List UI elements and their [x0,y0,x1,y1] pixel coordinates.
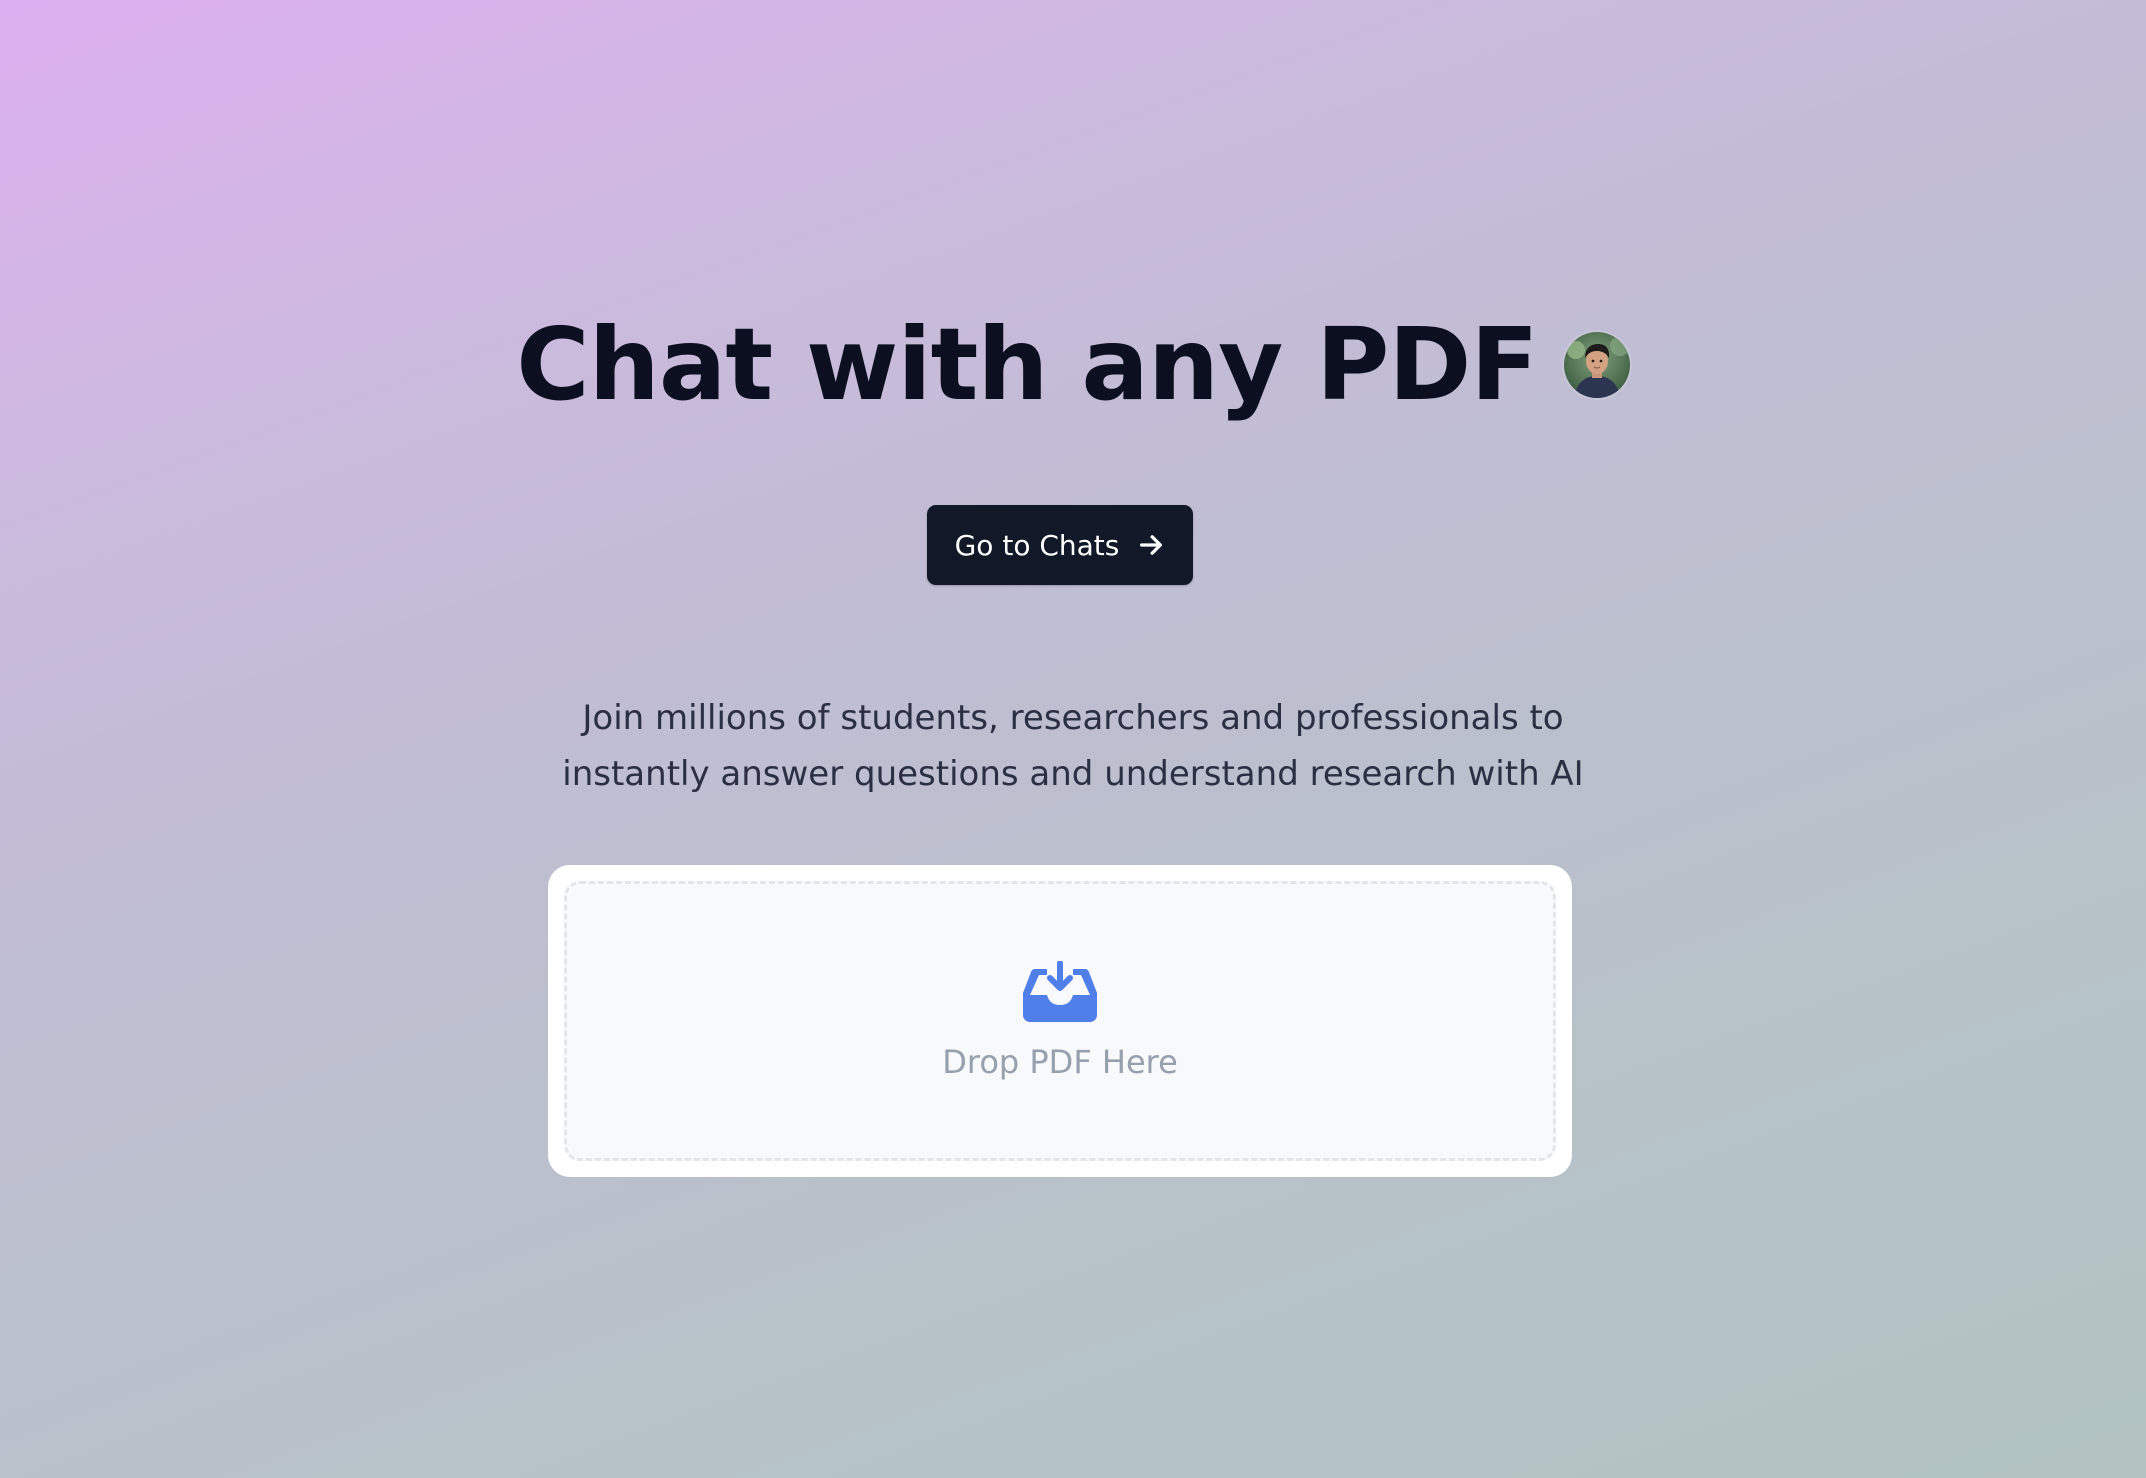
title-row: Chat with any PDF [0,300,2146,430]
upload-card: Drop PDF Here [548,865,1572,1177]
arrow-right-icon [1140,535,1163,555]
go-to-chats-button[interactable]: Go to Chats [927,505,1193,585]
hero-section: Chat with any PDF Go to Chats Join milli… [0,0,2146,1478]
pdf-dropzone[interactable]: Drop PDF Here [564,881,1556,1161]
page-title: Chat with any PDF [516,306,1538,423]
hero-subtitle: Join millions of students, researchers a… [520,690,1626,802]
drop-pdf-label: Drop PDF Here [942,1043,1178,1081]
subtitle-line-1: Join millions of students, researchers a… [582,698,1564,738]
inbox-download-icon [1023,961,1097,1022]
avatar-image [1563,332,1630,398]
subtitle-line-2: instantly answer questions and understan… [562,754,1584,794]
go-to-chats-label: Go to Chats [954,528,1120,562]
user-avatar[interactable] [1563,332,1630,398]
